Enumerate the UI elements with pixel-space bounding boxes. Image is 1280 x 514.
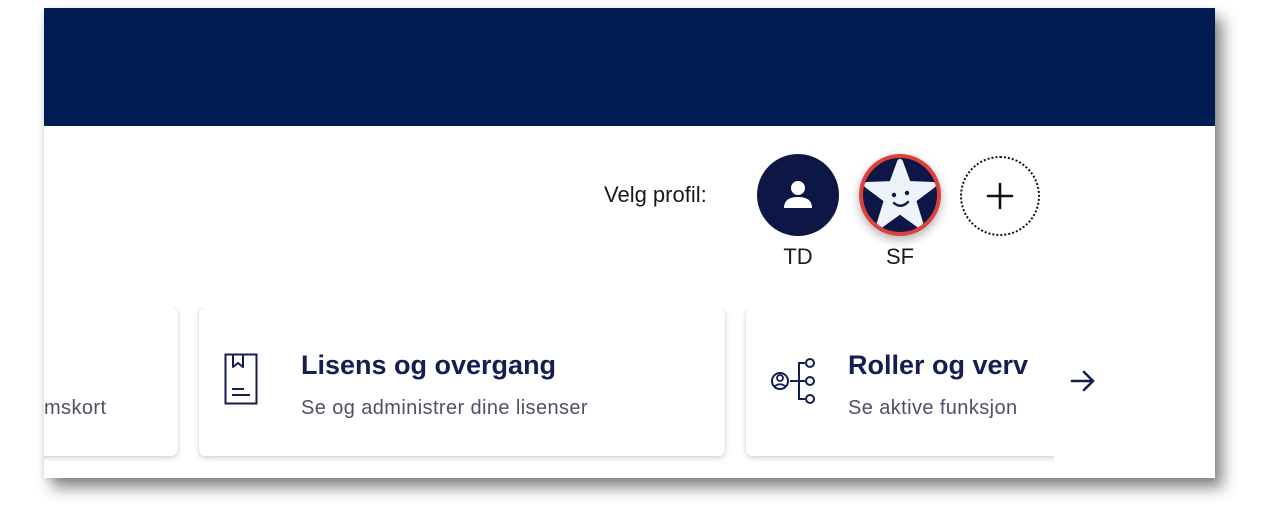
card-license-transfer[interactable]: Lisens og overgang Se og administrer din… [199, 308, 725, 456]
add-profile-button[interactable] [960, 156, 1040, 236]
star-face-icon [864, 159, 936, 229]
profile-label-td: TD [783, 244, 813, 269]
roles-hierarchy-icon [771, 358, 815, 404]
profile-avatar-td[interactable] [757, 154, 839, 236]
top-header-bar [44, 8, 1215, 126]
plus-icon [986, 182, 1014, 210]
card-title: Roller og verv [848, 350, 1029, 380]
profile-label-sf: SF [885, 244, 915, 269]
card-roles[interactable]: Roller og verv Se aktive funksjon [746, 308, 1054, 456]
license-document-icon [224, 353, 258, 405]
person-icon [784, 181, 812, 208]
app-window: Velg profil: TD SF mskort Lisens og over… [44, 8, 1215, 478]
card-subtitle: Se aktive funksjon [848, 397, 1018, 419]
arrow-right-icon[interactable] [1068, 366, 1098, 396]
profile-avatar-sf[interactable] [859, 154, 941, 236]
choose-profile-label: Velg profil: [604, 182, 707, 207]
card-partial-left[interactable]: mskort [44, 308, 178, 456]
main-content: Velg profil: TD SF mskort Lisens og over… [44, 126, 1215, 478]
cards-carousel: mskort Lisens og overgang Se og administ… [44, 308, 1054, 468]
card-title: Lisens og overgang [301, 350, 557, 380]
card-subtitle: mskort [44, 397, 107, 419]
card-subtitle: Se og administrer dine lisenser [301, 397, 588, 419]
